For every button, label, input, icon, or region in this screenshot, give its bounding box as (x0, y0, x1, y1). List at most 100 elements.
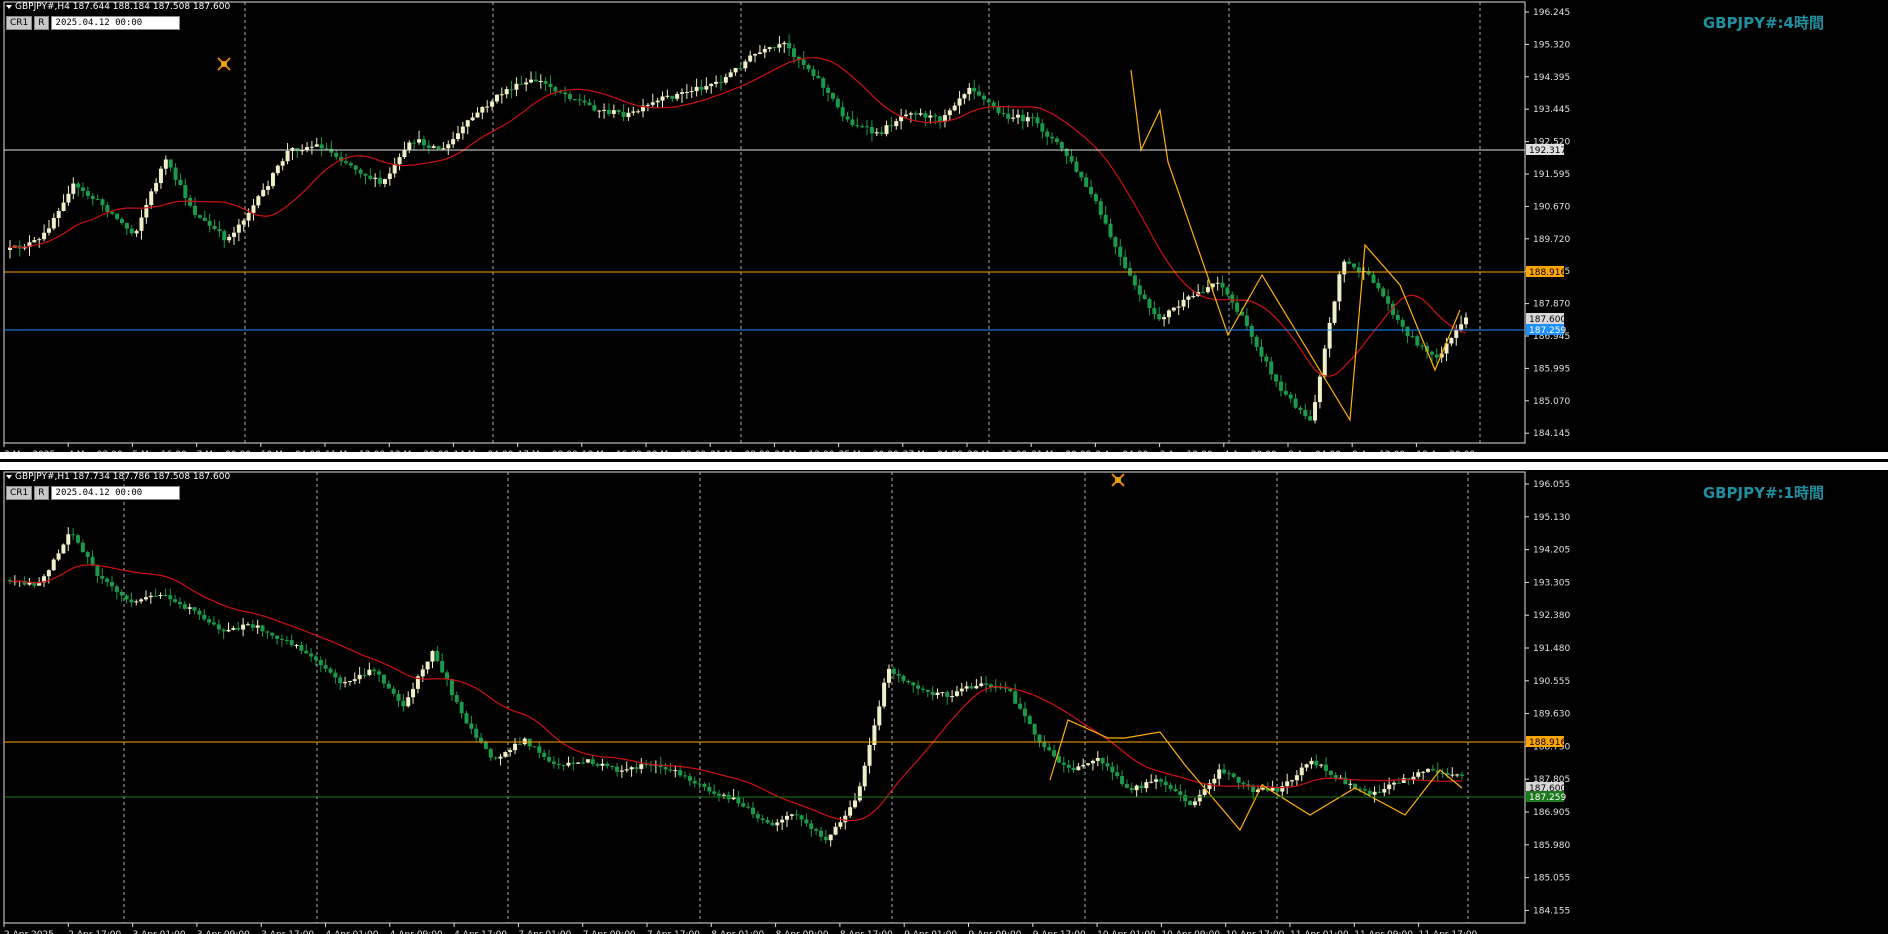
candle-body (1372, 791, 1377, 795)
candle-body (811, 69, 816, 76)
collapse-triangle-icon[interactable] (6, 474, 12, 479)
candle-body (1352, 263, 1356, 268)
candle-body (451, 139, 456, 145)
candle-body (874, 132, 879, 134)
candle-body (1050, 136, 1055, 139)
h4-controls: CR1 R 2025.04.12 00:00 (6, 16, 182, 30)
candle-body (684, 91, 689, 93)
candle-body (712, 791, 717, 794)
candle-body (1324, 764, 1329, 771)
candle-body (1382, 789, 1387, 793)
datetime-input[interactable]: 2025.04.12 00:00 (50, 16, 180, 30)
price-tick-label: 195.320 (1533, 40, 1570, 50)
candle-body (1236, 776, 1241, 783)
candle-body (61, 544, 66, 554)
candle-body (324, 148, 329, 150)
candle-body (485, 106, 490, 108)
candle-body (1089, 186, 1094, 195)
cr1-button[interactable]: CR1 (6, 16, 33, 30)
cr1-button[interactable]: CR1 (6, 486, 33, 500)
candle-body (163, 159, 168, 169)
price-tick-label: 191.595 (1533, 170, 1570, 180)
candle-body (95, 199, 100, 201)
candle-body (309, 653, 314, 657)
candle-body (504, 89, 509, 95)
candle-body (1460, 774, 1464, 776)
candle-body (1450, 774, 1455, 776)
candle-body (1251, 786, 1256, 793)
candle-body (855, 125, 860, 127)
candle-body (90, 195, 95, 200)
candle-body (334, 152, 339, 158)
r-button[interactable]: R (34, 16, 49, 30)
candle-body (697, 783, 702, 785)
candle-body (804, 819, 809, 824)
candle-body (906, 680, 911, 683)
candle-body (777, 44, 782, 48)
price-tick-label: 184.145 (1533, 429, 1570, 439)
candle-body (168, 159, 173, 168)
candle-body (1226, 773, 1231, 775)
candle-body (368, 175, 373, 179)
candle-body (592, 105, 597, 111)
candle-body (1025, 117, 1030, 122)
price-line-label: 188.916 (1529, 738, 1566, 748)
candle-body (850, 119, 855, 126)
candle-body (670, 95, 675, 99)
candle-body (362, 674, 367, 676)
candle-body (289, 640, 294, 646)
time-tick-label: 2 Apr 17:00 (68, 930, 121, 934)
time-tick-label: 9 Apr 09:00 (969, 930, 1022, 934)
candle-body (494, 94, 499, 102)
candle-body (891, 668, 896, 674)
trade-marker-icon[interactable] (217, 57, 231, 71)
moving-average-line (9, 57, 1467, 377)
price-tick-label: 185.995 (1533, 364, 1570, 374)
candle-body (1163, 781, 1168, 786)
candle-body (650, 102, 655, 105)
candle-body (911, 682, 916, 686)
candle-body (590, 759, 595, 764)
r-button[interactable]: R (34, 486, 49, 500)
datetime-input[interactable]: 2025.04.12 00:00 (50, 486, 180, 500)
candle-body (1137, 285, 1142, 295)
candle-body (619, 770, 624, 772)
collapse-triangle-icon[interactable] (6, 4, 12, 9)
candle-body (760, 818, 765, 821)
h4-chart-panel[interactable]: 196.245 195.320 194.395 193.445 192.520 191.5… (0, 0, 1888, 452)
candle-body (163, 595, 168, 597)
candle-body (100, 199, 105, 206)
price-tick-label: 184.155 (1533, 906, 1570, 916)
candle-body (513, 743, 518, 751)
candle-body (420, 669, 425, 677)
candle-body (789, 814, 794, 816)
h1-chart-canvas[interactable]: 196.055 195.130 194.205 193.305 192.380 191.4… (0, 470, 1888, 934)
candle-body (431, 146, 436, 148)
candle-body (1103, 214, 1108, 224)
candle-body (440, 661, 445, 673)
h1-chart-panel[interactable]: 196.055 195.130 194.205 193.305 192.380 191.4… (0, 470, 1888, 934)
candle-body (1278, 381, 1283, 391)
candle-body (158, 595, 163, 597)
time-tick-label: 10 Apr 17:00 (1226, 930, 1285, 934)
candle-body (1377, 791, 1382, 793)
candle-body (959, 688, 964, 692)
candle-body (563, 92, 568, 95)
candle-body (1392, 782, 1397, 785)
trade-marker-icon[interactable] (1111, 473, 1125, 487)
candle-body (787, 42, 792, 49)
candle-body (1454, 330, 1459, 338)
candle-body (256, 196, 261, 206)
candle-body (1260, 787, 1265, 790)
h4-chart-canvas[interactable]: 196.245195.320194.395193.445192.520191.5… (0, 0, 1888, 452)
candle-body (843, 815, 848, 823)
candle-body (1032, 724, 1037, 735)
candle-body (610, 766, 615, 768)
panel-divider-line (0, 459, 1888, 462)
candle-body (954, 691, 959, 697)
candle-body (498, 756, 503, 759)
candle-body (182, 604, 187, 609)
candle-body (1381, 288, 1386, 297)
candle-body (216, 624, 221, 630)
price-line-label: 188.916 (1529, 268, 1566, 278)
